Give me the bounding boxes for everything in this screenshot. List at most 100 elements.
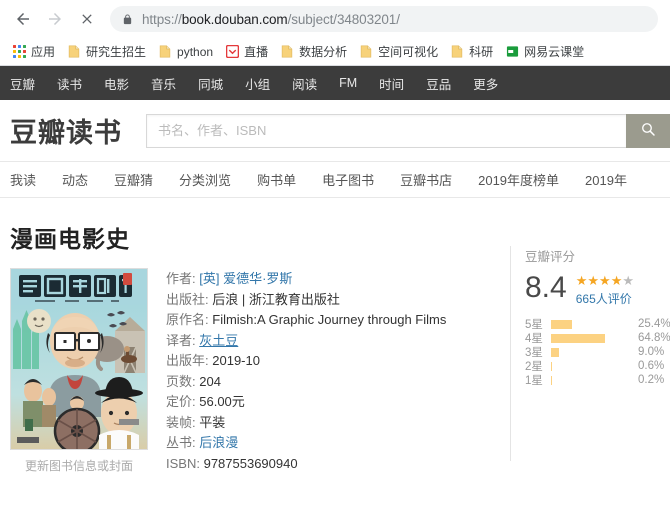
green-book-icon [505,45,519,59]
douban-sub-nav: 我读 动态 豆瓣猜 分类浏览 购书单 电子图书 豆瓣书店 2019年度榜单 20… [0,162,670,198]
book-cover-image[interactable] [10,268,148,450]
info-value: 平装 [199,414,226,430]
douban-header: 豆瓣读书 [0,100,670,162]
topnav-item-fm[interactable]: FM [339,76,357,90]
info-key: 出版年: [166,353,209,368]
subnav-item-buylist[interactable]: 购书单 [257,170,296,189]
rating-bar-label: 1星 [525,375,543,387]
apps-grid-icon [12,45,26,59]
bookmark-label: 空间可视化 [378,45,439,59]
book-content: 漫画电影史 更新图书信息或封面 作者: [英] 爱德华·罗斯 出版社: 后浪 |… [0,198,670,524]
subnav-item-category[interactable]: 分类浏览 [179,170,231,189]
info-value[interactable]: 灰土豆 [199,333,238,348]
douban-top-nav: 豆瓣 读书 电影 音乐 同城 小组 阅读 FM 时间 豆品 更多 [0,66,670,100]
folder-icon [158,45,172,59]
bookmark-folder-shujufenxi[interactable]: 数据分析 [274,41,353,63]
rating-bar-row[interactable]: 4星 64.8% [525,331,670,345]
star-filled-icon: ★ [587,273,600,288]
rating-bar-pct: 64.8% [638,332,670,344]
subnav-item-feed[interactable]: 动态 [62,170,88,189]
live-square-icon [225,45,239,59]
topnav-item-read[interactable]: 阅读 [292,74,317,93]
url-path: /subject/34803201/ [287,11,400,27]
folder-icon [359,45,373,59]
bookmark-folder-kongjian[interactable]: 空间可视化 [353,41,444,63]
rating-title: 豆瓣评分 [525,250,576,264]
info-key: 装帧: [166,414,196,430]
bookmark-label: 研究生招生 [86,45,147,59]
topnav-item-book[interactable]: 读书 [57,74,82,93]
browser-chrome: https://book.douban.com/subject/34803201… [0,0,670,66]
back-button[interactable] [8,4,38,34]
info-value: 9787553690940 [203,455,298,471]
subnav-item-ranking-2019[interactable]: 2019年度榜单 [478,170,559,189]
topnav-item-douban[interactable]: 豆瓣 [10,74,35,93]
subnav-item-ebook[interactable]: 电子图书 [322,170,374,189]
topnav-item-group[interactable]: 小组 [245,74,270,93]
info-value[interactable]: [英] 爱德华·罗斯 [199,271,292,286]
bookmark-label: python [177,44,214,59]
search-form [146,113,670,148]
rating-bar-track [551,319,635,329]
info-key: 页数: [166,373,196,389]
topnav-item-music[interactable]: 音乐 [151,74,176,93]
douban-book-logo[interactable]: 豆瓣读书 [10,111,122,150]
back-arrow-icon [14,10,32,28]
rating-bar-pct: 0.2% [638,374,665,386]
bookmark-apps[interactable]: 应用 [6,41,61,63]
folder-icon [450,45,464,59]
star-empty-icon: ★ [622,273,634,288]
rating-bar-track [551,375,635,385]
search-button[interactable] [626,113,670,148]
browser-toolbar: https://book.douban.com/subject/34803201… [0,0,670,38]
address-bar[interactable]: https://book.douban.com/subject/34803201… [110,6,658,32]
rating-bar-row[interactable]: 5星 25.4% [525,317,670,331]
lock-icon [122,13,133,26]
rating-people-count[interactable]: 665人评价 [576,290,634,307]
star-filled-icon: ★ [599,273,611,288]
update-cover-link[interactable]: 更新图书信息或封面 [10,457,148,474]
rating-bar-row[interactable]: 3星 9.0% [525,345,670,359]
rating-bar-row[interactable]: 1星 0.2% [525,373,670,387]
rating-score: 8.4 [525,271,567,304]
rating-bar-pct: 0.6% [638,360,665,372]
rating-bar-pct: 25.4% [638,318,670,330]
subnav-item-guess[interactable]: 豆瓣猜 [114,170,153,189]
cover-column: 更新图书信息或封面 [10,268,148,474]
subnav-item-myread[interactable]: 我读 [10,170,36,189]
bookmark-zhibo[interactable]: 直播 [219,41,274,63]
star-filled-icon: ★ [575,273,588,288]
forward-button[interactable] [40,4,70,34]
folder-icon [67,45,81,59]
rating-bar-track [551,333,635,343]
topnav-item-more[interactable]: 更多 [473,74,498,93]
bookmark-label: 数据分析 [299,45,348,59]
rating-bar-pct: 9.0% [638,346,665,358]
bookmark-folder-yanjiusheng[interactable]: 研究生招生 [61,41,152,63]
bookmark-wangyiyun[interactable]: 网易云课堂 [499,41,590,63]
bookmarks-bar: 应用 研究生招生 python 直播 数据分析 空间可视化 科研 网易云课堂 [0,38,670,65]
search-icon [640,121,656,140]
rating-stars: ★★★★★ [576,274,634,288]
bookmark-folder-keyan[interactable]: 科研 [444,41,499,63]
subnav-item-2019[interactable]: 2019年 [585,170,627,189]
search-input[interactable] [146,113,626,148]
bookmark-label: 网易云课堂 [524,45,585,59]
bookmark-label: 直播 [244,45,269,59]
subnav-item-bookstore[interactable]: 豆瓣书店 [400,170,452,189]
stop-x-icon [79,11,95,27]
info-value: 2019-10 [212,353,260,368]
folder-icon [280,45,294,59]
topnav-item-doupin[interactable]: 豆品 [426,74,451,93]
stop-button[interactable] [72,4,102,34]
info-value[interactable]: 后浪漫 [199,435,238,450]
rating-bar-fill [551,347,559,357]
bookmark-label: 应用 [31,45,56,59]
bookmark-folder-python[interactable]: python [152,41,219,63]
rating-bar-row[interactable]: 2星 0.6% [525,359,670,373]
star-filled-icon: ★ [610,273,623,288]
topnav-item-movie[interactable]: 电影 [104,74,129,93]
topnav-item-city[interactable]: 同城 [198,74,223,93]
topnav-item-time[interactable]: 时间 [379,74,404,93]
info-key: 定价: [166,394,196,409]
